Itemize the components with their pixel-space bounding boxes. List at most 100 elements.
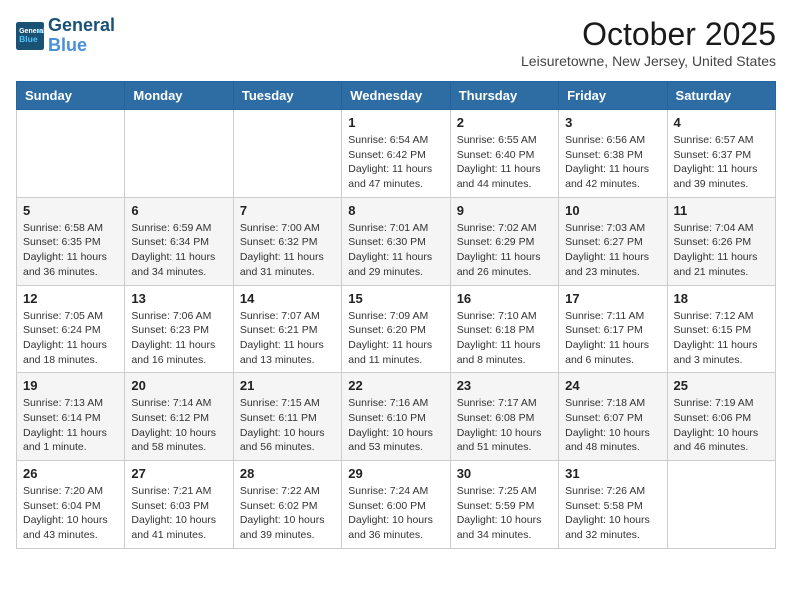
day-info-29: Sunrise: 7:24 AMSunset: 6:00 PMDaylight:…	[348, 484, 443, 543]
day-cell-14: 14 Sunrise: 7:07 AMSunset: 6:21 PMDayligh…	[233, 285, 341, 373]
day-info-26: Sunrise: 7:20 AMSunset: 6:04 PMDaylight:…	[23, 484, 118, 543]
day-info-16: Sunrise: 7:10 AMSunset: 6:18 PMDaylight:…	[457, 309, 552, 368]
day-cell-19: 19Sunrise: 7:13 AMSunset: 6:14 PMDayligh…	[17, 373, 125, 461]
logo-icon: General Blue	[16, 22, 44, 50]
day-number-8: 8	[348, 203, 443, 218]
day-info-7: Sunrise: 7:00 AMSunset: 6:32 PMDaylight:…	[240, 221, 335, 280]
day-info-2: Sunrise: 6:55 AMSunset: 6:40 PMDaylight:…	[457, 133, 552, 192]
day-info-18: Sunrise: 7:12 AMSunset: 6:15 PMDaylight:…	[674, 309, 769, 368]
day-cell-20: 20 Sunrise: 7:14 AMSunset: 6:12 PMDayligh…	[125, 373, 233, 461]
day-cell-29: 29Sunrise: 7:24 AMSunset: 6:00 PMDayligh…	[342, 461, 450, 549]
day-number-18: 18	[674, 291, 769, 306]
weekday-header-monday: Monday	[125, 82, 233, 110]
day-cell-28: 28 Sunrise: 7:22 AMSunset: 6:02 PMDayligh…	[233, 461, 341, 549]
day-cell-21: 21 Sunrise: 7:15 AMSunset: 6:11 PMDayligh…	[233, 373, 341, 461]
empty-cell	[17, 110, 125, 198]
day-cell-6: 6 Sunrise: 6:59 AMSunset: 6:34 PMDaylight…	[125, 197, 233, 285]
day-number-28: 28	[240, 466, 335, 481]
day-cell-8: 8 Sunrise: 7:01 AMSunset: 6:30 PMDaylight…	[342, 197, 450, 285]
day-info-23: Sunrise: 7:17 AMSunset: 6:08 PMDaylight:…	[457, 396, 552, 455]
empty-cell	[667, 461, 775, 549]
day-cell-5: 5 Sunrise: 6:58 AMSunset: 6:35 PMDaylight…	[17, 197, 125, 285]
day-number-23: 23	[457, 378, 552, 393]
day-number-20: 20	[131, 378, 226, 393]
day-info-6: Sunrise: 6:59 AMSunset: 6:34 PMDaylight:…	[131, 221, 226, 280]
day-number-11: 11	[674, 203, 769, 218]
month-title: October 2025	[521, 16, 776, 53]
day-cell-12: 12Sunrise: 7:05 AMSunset: 6:24 PMDayligh…	[17, 285, 125, 373]
day-cell-3: 3Sunrise: 6:56 AMSunset: 6:38 PMDaylight…	[559, 110, 667, 198]
day-info-27: Sunrise: 7:21 AMSunset: 6:03 PMDaylight:…	[131, 484, 226, 543]
day-cell-25: 25Sunrise: 7:19 AMSunset: 6:06 PMDayligh…	[667, 373, 775, 461]
day-number-2: 2	[457, 115, 552, 130]
day-info-17: Sunrise: 7:11 AMSunset: 6:17 PMDaylight:…	[565, 309, 660, 368]
weekday-header-row: SundayMondayTuesdayWednesdayThursdayFrid…	[17, 82, 776, 110]
day-info-30: Sunrise: 7:25 AMSunset: 5:59 PMDaylight:…	[457, 484, 552, 543]
day-info-20: Sunrise: 7:14 AMSunset: 6:12 PMDaylight:…	[131, 396, 226, 455]
day-number-25: 25	[674, 378, 769, 393]
day-info-15: Sunrise: 7:09 AMSunset: 6:20 PMDaylight:…	[348, 309, 443, 368]
day-cell-30: 30 Sunrise: 7:25 AMSunset: 5:59 PMDayligh…	[450, 461, 558, 549]
day-number-7: 7	[240, 203, 335, 218]
day-info-11: Sunrise: 7:04 AMSunset: 6:26 PMDaylight:…	[674, 221, 769, 280]
day-info-13: Sunrise: 7:06 AMSunset: 6:23 PMDaylight:…	[131, 309, 226, 368]
svg-text:Blue: Blue	[19, 34, 38, 44]
empty-cell	[233, 110, 341, 198]
day-cell-9: 9Sunrise: 7:02 AMSunset: 6:29 PMDaylight…	[450, 197, 558, 285]
day-number-19: 19	[23, 378, 118, 393]
day-number-6: 6	[131, 203, 226, 218]
day-number-17: 17	[565, 291, 660, 306]
day-number-9: 9	[457, 203, 552, 218]
day-number-10: 10	[565, 203, 660, 218]
week-row-5: 26 Sunrise: 7:20 AMSunset: 6:04 PMDayligh…	[17, 461, 776, 549]
day-cell-17: 17 Sunrise: 7:11 AMSunset: 6:17 PMDayligh…	[559, 285, 667, 373]
day-number-15: 15	[348, 291, 443, 306]
day-cell-2: 2 Sunrise: 6:55 AMSunset: 6:40 PMDaylight…	[450, 110, 558, 198]
day-number-14: 14	[240, 291, 335, 306]
day-number-26: 26	[23, 466, 118, 481]
day-info-8: Sunrise: 7:01 AMSunset: 6:30 PMDaylight:…	[348, 221, 443, 280]
day-cell-7: 7 Sunrise: 7:00 AMSunset: 6:32 PMDaylight…	[233, 197, 341, 285]
weekday-header-saturday: Saturday	[667, 82, 775, 110]
day-info-10: Sunrise: 7:03 AMSunset: 6:27 PMDaylight:…	[565, 221, 660, 280]
week-row-3: 12Sunrise: 7:05 AMSunset: 6:24 PMDayligh…	[17, 285, 776, 373]
page-header: General Blue GeneralBlue October 2025 Le…	[16, 16, 776, 69]
day-number-21: 21	[240, 378, 335, 393]
day-info-4: Sunrise: 6:57 AMSunset: 6:37 PMDaylight:…	[674, 133, 769, 192]
day-cell-10: 10 Sunrise: 7:03 AMSunset: 6:27 PMDayligh…	[559, 197, 667, 285]
day-info-5: Sunrise: 6:58 AMSunset: 6:35 PMDaylight:…	[23, 221, 118, 280]
day-info-1: Sunrise: 6:54 AMSunset: 6:42 PMDaylight:…	[348, 133, 443, 192]
day-number-31: 31	[565, 466, 660, 481]
day-cell-15: 15 Sunrise: 7:09 AMSunset: 6:20 PMDayligh…	[342, 285, 450, 373]
day-cell-1: 1 Sunrise: 6:54 AMSunset: 6:42 PMDaylight…	[342, 110, 450, 198]
day-info-24: Sunrise: 7:18 AMSunset: 6:07 PMDaylight:…	[565, 396, 660, 455]
empty-cell	[125, 110, 233, 198]
day-number-3: 3	[565, 115, 660, 130]
weekday-header-sunday: Sunday	[17, 82, 125, 110]
day-cell-24: 24Sunrise: 7:18 AMSunset: 6:07 PMDayligh…	[559, 373, 667, 461]
day-cell-27: 27 Sunrise: 7:21 AMSunset: 6:03 PMDayligh…	[125, 461, 233, 549]
day-number-5: 5	[23, 203, 118, 218]
day-info-31: Sunrise: 7:26 AMSunset: 5:58 PMDaylight:…	[565, 484, 660, 543]
day-cell-23: 23 Sunrise: 7:17 AMSunset: 6:08 PMDayligh…	[450, 373, 558, 461]
day-number-27: 27	[131, 466, 226, 481]
day-info-22: Sunrise: 7:16 AMSunset: 6:10 PMDaylight:…	[348, 396, 443, 455]
weekday-header-friday: Friday	[559, 82, 667, 110]
logo: General Blue GeneralBlue	[16, 16, 115, 56]
day-cell-11: 11 Sunrise: 7:04 AMSunset: 6:26 PMDayligh…	[667, 197, 775, 285]
day-number-22: 22	[348, 378, 443, 393]
day-info-12: Sunrise: 7:05 AMSunset: 6:24 PMDaylight:…	[23, 309, 118, 368]
title-block: October 2025 Leisuretowne, New Jersey, U…	[521, 16, 776, 69]
day-cell-22: 22 Sunrise: 7:16 AMSunset: 6:10 PMDayligh…	[342, 373, 450, 461]
day-info-28: Sunrise: 7:22 AMSunset: 6:02 PMDaylight:…	[240, 484, 335, 543]
week-row-2: 5 Sunrise: 6:58 AMSunset: 6:35 PMDaylight…	[17, 197, 776, 285]
day-number-1: 1	[348, 115, 443, 130]
day-number-30: 30	[457, 466, 552, 481]
day-cell-13: 13Sunrise: 7:06 AMSunset: 6:23 PMDayligh…	[125, 285, 233, 373]
day-info-21: Sunrise: 7:15 AMSunset: 6:11 PMDaylight:…	[240, 396, 335, 455]
day-number-4: 4	[674, 115, 769, 130]
day-cell-18: 18 Sunrise: 7:12 AMSunset: 6:15 PMDayligh…	[667, 285, 775, 373]
weekday-header-tuesday: Tuesday	[233, 82, 341, 110]
weekday-header-thursday: Thursday	[450, 82, 558, 110]
day-info-14: Sunrise: 7:07 AMSunset: 6:21 PMDaylight:…	[240, 309, 335, 368]
